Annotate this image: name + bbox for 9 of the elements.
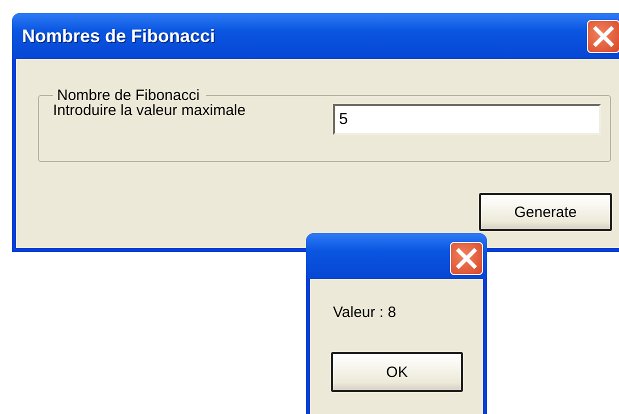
- close-button[interactable]: [450, 242, 483, 275]
- field-label: Introduire la valeur maximale: [53, 102, 247, 119]
- message-text: Valeur : 8: [333, 304, 396, 321]
- input-field[interactable]: 5: [333, 104, 601, 135]
- generate-button[interactable]: Generate: [479, 193, 612, 231]
- close-button[interactable]: [587, 20, 619, 53]
- group-label: Nombre de Fibonacci: [56, 87, 201, 104]
- window-title: Nombres de Fibonacci: [22, 26, 216, 46]
- ok-button[interactable]: OK: [331, 352, 463, 392]
